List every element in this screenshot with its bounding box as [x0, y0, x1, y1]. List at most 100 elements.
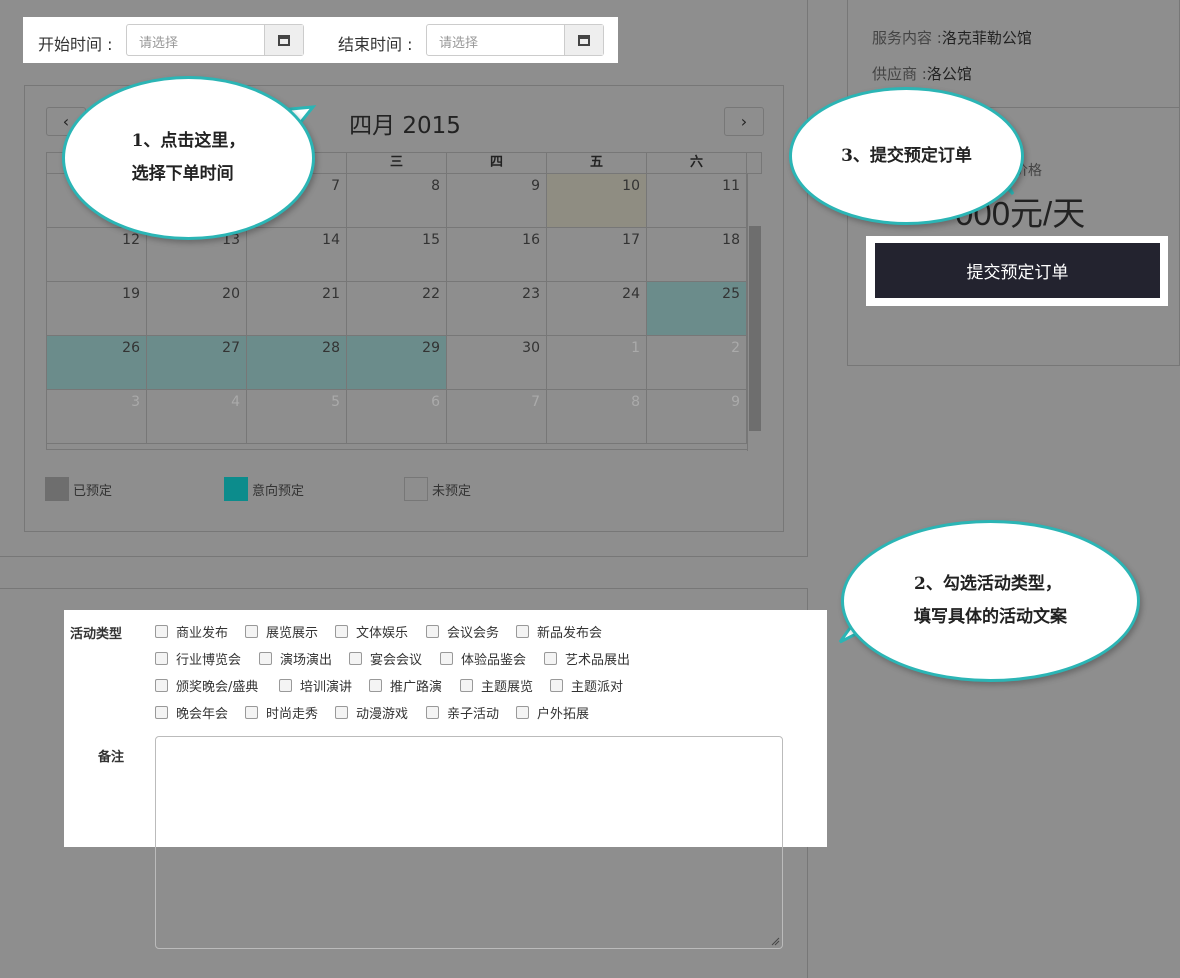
activity-checkbox[interactable]: 商业发布: [155, 622, 228, 641]
checkbox-box[interactable]: [516, 625, 529, 638]
checkbox-box[interactable]: [426, 625, 439, 638]
activity-checkbox[interactable]: 演场演出: [259, 649, 332, 668]
activity-checkbox[interactable]: 时尚走秀: [245, 703, 318, 722]
checkbox-box[interactable]: [279, 679, 292, 692]
checkbox-box[interactable]: [369, 679, 382, 692]
day-cell[interactable]: 20: [147, 282, 247, 336]
activity-checkbox[interactable]: 晚会年会: [155, 703, 228, 722]
activity-checkbox[interactable]: 颁奖晚会/盛典: [155, 676, 258, 695]
start-time-input[interactable]: 请选择: [126, 24, 304, 56]
day-cell-next-month[interactable]: 2: [647, 336, 747, 390]
textarea-highlight: [156, 737, 782, 847]
activity-checkbox[interactable]: 推广路演: [369, 676, 442, 695]
end-time-input[interactable]: 请选择: [426, 24, 604, 56]
resize-handle-icon[interactable]: [771, 937, 780, 946]
checkbox-box[interactable]: [460, 679, 473, 692]
activity-checkbox[interactable]: 艺术品展出: [544, 649, 630, 668]
note-textarea[interactable]: [155, 736, 783, 949]
day-cell[interactable]: 11: [647, 174, 747, 228]
scrollbar-thumb[interactable]: [749, 226, 761, 431]
checkbox-box[interactable]: [349, 652, 362, 665]
day-cell-intent[interactable]: 26: [47, 336, 147, 390]
day-cell-intent[interactable]: 25: [647, 282, 747, 336]
checkbox-box[interactable]: [155, 652, 168, 665]
day-number: 27: [222, 340, 240, 356]
checkbox-box[interactable]: [155, 625, 168, 638]
checkbox-box[interactable]: [245, 625, 258, 638]
day-cell[interactable]: 18: [647, 228, 747, 282]
calendar-scrollbar[interactable]: [747, 174, 762, 451]
checkbox-box[interactable]: [335, 706, 348, 719]
activity-checkbox[interactable]: 体验品鉴会: [440, 649, 526, 668]
start-time-placeholder: 请选择: [139, 36, 179, 51]
day-cell-intent[interactable]: 27: [147, 336, 247, 390]
checkbox-box[interactable]: [544, 652, 557, 665]
checkbox-label: 展览展示: [266, 626, 319, 641]
day-cell-next-month[interactable]: 3: [47, 390, 147, 444]
day-cell[interactable]: 15: [347, 228, 447, 282]
legend-booked-label: 已预定: [73, 483, 113, 499]
checkbox-box[interactable]: [440, 652, 453, 665]
day-cell-next-month[interactable]: 8: [547, 390, 647, 444]
activity-checkbox[interactable]: 户外拓展: [516, 703, 589, 722]
day-cell[interactable]: 14: [247, 228, 347, 282]
day-cell-next-month[interactable]: 9: [647, 390, 747, 444]
day-number: 15: [422, 232, 440, 248]
checkbox-box[interactable]: [335, 625, 348, 638]
checkbox-label: 会议会务: [447, 626, 500, 641]
day-cell-today[interactable]: 10: [547, 174, 647, 228]
activity-checkbox[interactable]: 动漫游戏: [335, 703, 408, 722]
activity-checkbox[interactable]: 文体娱乐: [335, 622, 408, 641]
tip-2-line2: 填写具体的活动文案: [914, 607, 1067, 627]
day-cell[interactable]: 8: [347, 174, 447, 228]
day-cell[interactable]: 24: [547, 282, 647, 336]
day-number: 29: [422, 340, 440, 356]
activity-checkbox[interactable]: 宴会会议: [349, 649, 422, 668]
day-cell-next-month[interactable]: 5: [247, 390, 347, 444]
day-cell-next-month[interactable]: 1: [547, 336, 647, 390]
activity-checkbox[interactable]: 亲子活动: [426, 703, 499, 722]
checkbox-box[interactable]: [550, 679, 563, 692]
day-cell[interactable]: 21: [247, 282, 347, 336]
checkbox-box[interactable]: [155, 679, 168, 692]
day-number: 12: [122, 232, 140, 248]
tip-3-line1: 3、提交预定订单: [841, 145, 972, 166]
day-cell[interactable]: 16: [447, 228, 547, 282]
checkbox-box[interactable]: [155, 706, 168, 719]
day-cell-next-month[interactable]: 6: [347, 390, 447, 444]
day-number: 22: [422, 286, 440, 302]
next-month-button[interactable]: ›: [724, 107, 764, 136]
checkbox-label: 推广路演: [390, 680, 443, 695]
activity-checkbox[interactable]: 展览展示: [245, 622, 318, 641]
day-number: 18: [722, 232, 740, 248]
day-cell[interactable]: 23: [447, 282, 547, 336]
day-cell[interactable]: 30: [447, 336, 547, 390]
end-calendar-button[interactable]: [564, 25, 603, 55]
service-value: 洛克菲勒公馆: [941, 29, 1032, 47]
start-calendar-button[interactable]: [264, 25, 303, 55]
activity-checkbox[interactable]: 会议会务: [426, 622, 499, 641]
checkbox-box[interactable]: [259, 652, 272, 665]
day-cell[interactable]: 17: [547, 228, 647, 282]
checkbox-box[interactable]: [426, 706, 439, 719]
day-cell-intent[interactable]: 28: [247, 336, 347, 390]
activity-checkbox[interactable]: 主题派对: [550, 676, 623, 695]
checkbox-box[interactable]: [245, 706, 258, 719]
day-number: 21: [322, 286, 340, 302]
day-number: 25: [722, 286, 740, 302]
day-cell[interactable]: 12: [47, 228, 147, 282]
submit-order-button[interactable]: 提交预定订单: [875, 243, 1160, 298]
checkbox-box[interactable]: [516, 706, 529, 719]
day-cell[interactable]: 9: [447, 174, 547, 228]
day-cell-next-month[interactable]: 7: [447, 390, 547, 444]
checkbox-label: 时尚走秀: [266, 707, 319, 722]
day-cell-next-month[interactable]: 4: [147, 390, 247, 444]
day-cell[interactable]: 19: [47, 282, 147, 336]
activity-checkbox[interactable]: 主题展览: [460, 676, 533, 695]
day-cell-intent[interactable]: 29: [347, 336, 447, 390]
day-cell[interactable]: 22: [347, 282, 447, 336]
activity-checkbox[interactable]: 行业博览会: [155, 649, 241, 668]
activity-checkbox[interactable]: 新品发布会: [516, 622, 602, 641]
activity-checkbox[interactable]: 培训演讲: [279, 676, 352, 695]
end-time-placeholder: 请选择: [439, 36, 479, 51]
